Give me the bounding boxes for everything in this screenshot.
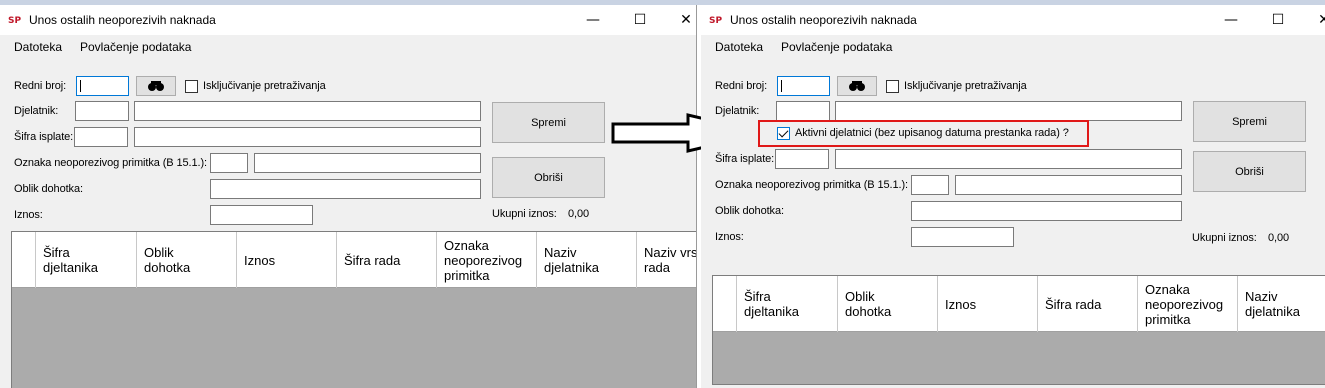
grid-header: Šifra djeltanika Oblik dohotka Iznos Šif… [713,276,1325,332]
menu-povlacenje-podataka[interactable]: Povlačenje podataka [781,40,892,54]
djelatnik-code-input[interactable] [776,101,830,121]
ukupni-iznos-value: 0,00 [1268,232,1290,244]
col-naziv-vrste-rada[interactable]: Naziv vrs rada [637,232,696,288]
col-sifra-djeltanika[interactable]: Šifra djeltanika [36,232,137,288]
close-button[interactable]: ✕ [1301,5,1325,35]
oznaka-name-input[interactable] [254,153,481,173]
maximize-button[interactable]: ☐ [1255,5,1301,35]
oznaka-name-input[interactable] [955,175,1182,195]
highlight-box [758,120,1089,147]
col-sifra-rada[interactable]: Šifra rada [1038,276,1138,332]
col-naziv-djelatnika[interactable]: Naziv djelatnika [537,232,637,288]
redni-broj-label: Redni broj: [14,80,67,92]
title-bar: SP Unos ostalih neoporezivih naknada — ☐… [701,5,1325,35]
obrisi-button[interactable]: Obriši [1193,151,1306,192]
col-iznos[interactable]: Iznos [938,276,1038,332]
djelatnik-name-input[interactable] [134,101,481,121]
oznaka-label: Oznaka neoporezivog primitka (B 15.1.): [14,157,207,169]
menu-bar: Datoteka Povlačenje podataka [701,38,1325,58]
sifra-isplate-name-input[interactable] [134,127,481,147]
spremi-button[interactable]: Spremi [492,102,605,143]
iskljucivanje-checkbox[interactable] [185,80,198,93]
col-naziv-djelatnika[interactable]: Naziv djelatnika [1238,276,1325,332]
window-before: SP Unos ostalih neoporezivih naknada — ☐… [0,5,697,388]
djelatnik-name-input[interactable] [835,101,1182,121]
oblik-dohotka-label: Oblik dohotka: [715,205,784,217]
redni-broj-input[interactable] [76,76,129,96]
iznos-input[interactable] [911,227,1014,247]
oznaka-code-input[interactable] [911,175,949,195]
close-button[interactable]: ✕ [663,5,696,35]
redni-broj-label: Redni broj: [715,80,768,92]
window-title: Unos ostalih neoporezivih naknada [730,13,917,27]
djelatnik-label: Djelatnik: [14,105,59,117]
ukupni-iznos-value: 0,00 [568,208,590,220]
oznaka-label: Oznaka neoporezivog primitka (B 15.1.): [715,179,908,191]
app-logo-icon: SP [709,16,722,25]
menu-datoteka[interactable]: Datoteka [715,40,763,54]
title-bar: SP Unos ostalih neoporezivih naknada — ☐… [0,5,696,35]
iznos-input[interactable] [210,205,313,225]
sifra-isplate-code-input[interactable] [775,149,829,169]
iskljucivanje-checkbox[interactable] [886,80,899,93]
grid-header: Šifra djeltanika Oblik dohotka Iznos Šif… [12,232,696,288]
svg-text:SP: SP [709,16,722,25]
menu-bar: Datoteka Povlačenje podataka [0,38,696,58]
col-iznos[interactable]: Iznos [237,232,337,288]
maximize-button[interactable]: ☐ [617,5,663,35]
obrisi-button[interactable]: Obriši [492,157,605,198]
data-grid[interactable]: Šifra djeltanika Oblik dohotka Iznos Šif… [712,275,1325,385]
binoculars-icon [148,81,164,91]
redni-broj-input[interactable] [777,76,830,96]
window-title: Unos ostalih neoporezivih naknada [29,13,216,27]
col-sifra-rada[interactable]: Šifra rada [337,232,437,288]
minimize-button[interactable]: — [570,5,616,35]
ukupni-iznos-label: Ukupni iznos: [1192,232,1257,244]
menu-povlacenje-podataka[interactable]: Povlačenje podataka [80,40,191,54]
minimize-button[interactable]: — [1208,5,1254,35]
col-oblik-dohotka[interactable]: Oblik dohotka [838,276,938,332]
iznos-label: Iznos: [715,231,744,243]
sifra-isplate-label: Šifra isplate: [715,153,775,165]
oblik-dohotka-label: Oblik dohotka: [14,183,83,195]
oblik-dohotka-input[interactable] [210,179,481,199]
iznos-label: Iznos: [14,209,43,221]
col-oblik-dohotka[interactable]: Oblik dohotka [137,232,237,288]
app-logo-icon: SP [8,16,21,25]
sifra-isplate-code-input[interactable] [74,127,128,147]
row-header-corner [12,232,36,288]
row-header-corner [713,276,737,332]
sifra-isplate-name-input[interactable] [835,149,1182,169]
sifra-isplate-label: Šifra isplate: [14,131,74,143]
oblik-dohotka-input[interactable] [911,201,1182,221]
binoculars-icon [849,81,865,91]
djelatnik-code-input[interactable] [75,101,129,121]
iskljucivanje-label: Isključivanje pretraživanja [203,80,326,92]
text-caret [781,80,782,92]
menu-datoteka[interactable]: Datoteka [14,40,62,54]
text-caret [80,80,81,92]
data-grid[interactable]: Šifra djeltanika Oblik dohotka Iznos Šif… [11,231,696,388]
oznaka-code-input[interactable] [210,153,248,173]
window-after: SP Unos ostalih neoporezivih naknada — ☐… [701,5,1325,388]
djelatnik-label: Djelatnik: [715,105,760,117]
spremi-button[interactable]: Spremi [1193,101,1306,142]
col-oznaka-primitka[interactable]: Oznaka neoporezivog primitka [1138,276,1238,332]
col-sifra-djeltanika[interactable]: Šifra djeltanika [737,276,838,332]
iskljucivanje-label: Isključivanje pretraživanja [904,80,1027,92]
search-button[interactable] [136,76,176,96]
col-oznaka-primitka[interactable]: Oznaka neoporezivog primitka [437,232,537,288]
svg-text:SP: SP [8,16,21,25]
ukupni-iznos-label: Ukupni iznos: [492,208,557,220]
search-button[interactable] [837,76,877,96]
